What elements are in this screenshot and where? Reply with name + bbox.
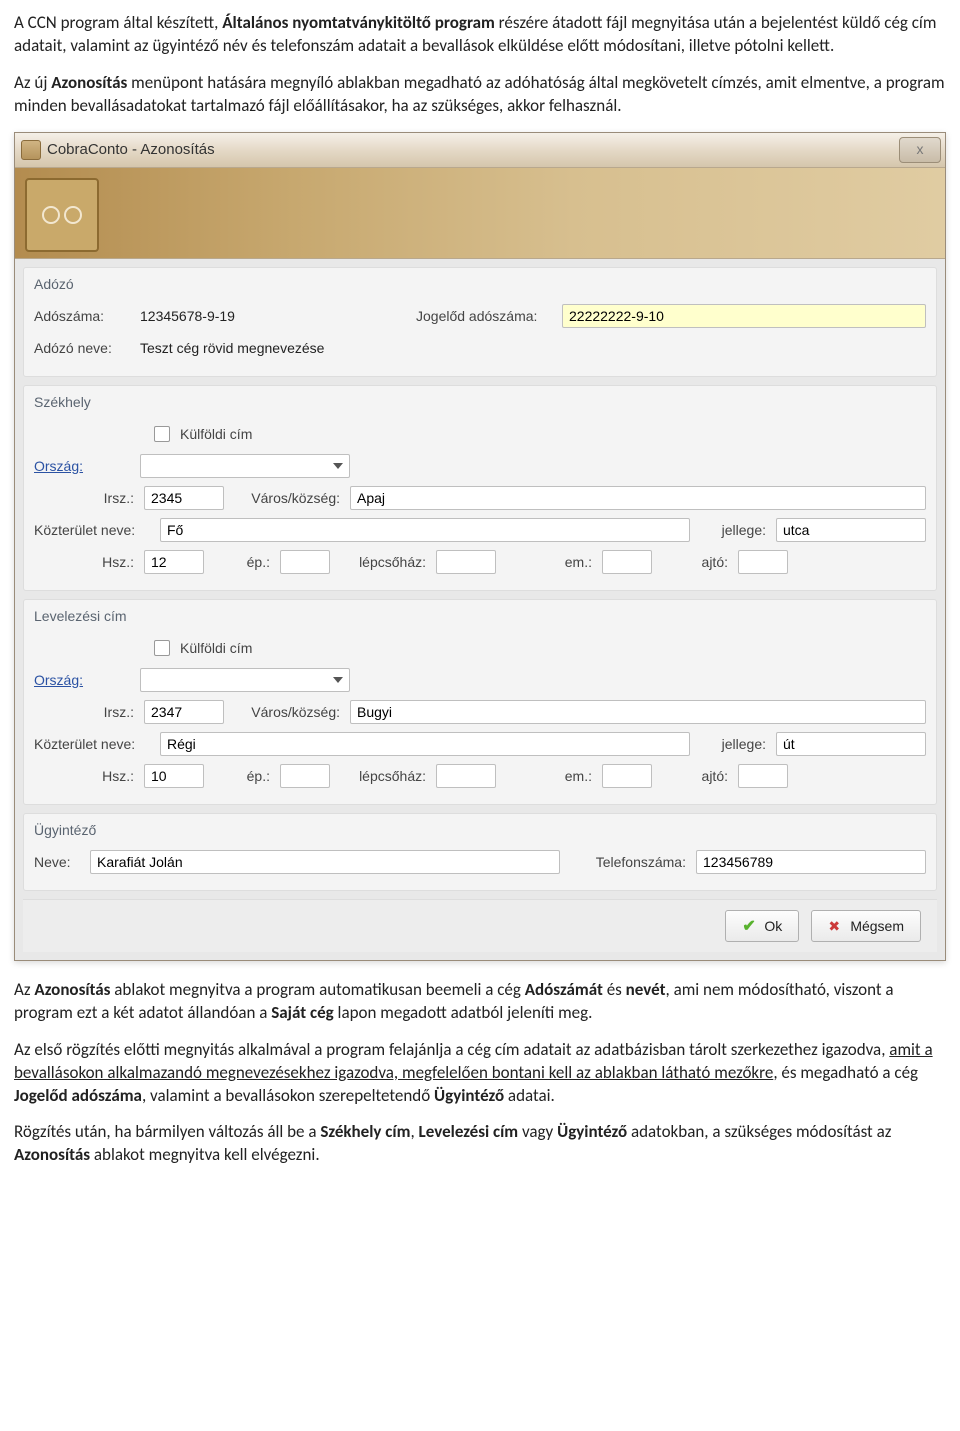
app-window: CobraConto - Azonosítás x Adózó Adószáma… xyxy=(14,132,946,961)
label-levelezes-varos: Város/község: xyxy=(230,704,344,720)
input-levelezes-varos[interactable] xyxy=(350,700,926,724)
input-levelezes-irsz[interactable] xyxy=(144,700,224,724)
label-szekhely-varos: Város/község: xyxy=(230,490,344,506)
ok-button[interactable]: Ok xyxy=(725,910,799,942)
label-szekhely-irsz: Irsz.: xyxy=(34,490,138,506)
input-szekhely-varos[interactable] xyxy=(350,486,926,510)
form-area: Adózó Adószáma: 12345678-9-19 Jogelőd ad… xyxy=(15,259,945,960)
input-levelezes-hsz[interactable] xyxy=(144,764,204,788)
input-szekhely-irsz[interactable] xyxy=(144,486,224,510)
label-levelezes-ep: ép.: xyxy=(210,768,274,784)
label-levelezes-kulfoldi: Külföldi cím xyxy=(180,640,252,656)
label-levelezes-hsz: Hsz.: xyxy=(34,768,138,784)
input-ugyintezo-nev[interactable] xyxy=(90,850,560,874)
label-adozo-nev: Adózó neve: xyxy=(34,340,134,356)
link-szekhely-orszag[interactable]: Ország: xyxy=(34,458,134,474)
group-szekhely: Székhely Külföldi cím Ország: Irsz.: Vár… xyxy=(23,385,937,591)
checkbox-szekhely-kulfoldi[interactable] xyxy=(154,426,170,442)
label-levelezes-em: em.: xyxy=(502,768,596,784)
select-levelezes-orszag[interactable] xyxy=(140,668,350,692)
value-adoszam: 12345678-9-19 xyxy=(140,308,410,324)
label-szekhely-hsz: Hsz.: xyxy=(34,554,138,570)
cross-icon xyxy=(828,918,844,934)
label-szekhely-kulfoldi: Külföldi cím xyxy=(180,426,252,442)
doc-paragraph-2: Az új Azonosítás menüpont hatására megny… xyxy=(14,72,946,118)
ribbon-band xyxy=(15,168,945,259)
group-adozo: Adózó Adószáma: 12345678-9-19 Jogelőd ad… xyxy=(23,267,937,377)
label-levelezes-ajto: ajtó: xyxy=(658,768,732,784)
doc-paragraph-a: Az Azonosítás ablakot megnyitva a progra… xyxy=(14,979,946,1025)
titlebar: CobraConto - Azonosítás x xyxy=(15,133,945,168)
ok-button-label: Ok xyxy=(764,918,782,934)
label-jogelod: Jogelőd adószáma: xyxy=(416,308,556,324)
group-ugyintezo: Ügyintéző Neve: Telefonszáma: xyxy=(23,813,937,891)
doc-paragraph-c: Rögzítés után, ha bármilyen változás áll… xyxy=(14,1121,946,1167)
input-levelezes-kozterulet[interactable] xyxy=(160,732,690,756)
group-title-adozo: Adózó xyxy=(34,276,926,292)
input-levelezes-ajto[interactable] xyxy=(738,764,788,788)
button-bar: Ok Mégsem xyxy=(23,899,937,952)
bold-anyk: Általános nyomtatványkitöltő program xyxy=(222,12,495,33)
label-levelezes-lepcsohaz: lépcsőház: xyxy=(336,768,430,784)
input-levelezes-em[interactable] xyxy=(602,764,652,788)
group-title-ugyintezo: Ügyintéző xyxy=(34,822,926,838)
label-ugyintezo-tel: Telefonszáma: xyxy=(566,854,690,870)
input-szekhely-ajto[interactable] xyxy=(738,550,788,574)
input-szekhely-ep[interactable] xyxy=(280,550,330,574)
app-icon xyxy=(21,140,41,160)
select-szekhely-orszag[interactable] xyxy=(140,454,350,478)
label-szekhely-jellege: jellege: xyxy=(696,522,770,538)
input-szekhely-kozterulet[interactable] xyxy=(160,518,690,542)
label-levelezes-jellege: jellege: xyxy=(696,736,770,752)
input-szekhely-hsz[interactable] xyxy=(144,550,204,574)
input-levelezes-jellege[interactable] xyxy=(776,732,926,756)
input-levelezes-ep[interactable] xyxy=(280,764,330,788)
doc-paragraph-1: A CCN program által készített, Általános… xyxy=(14,12,946,58)
cancel-button[interactable]: Mégsem xyxy=(811,910,921,942)
input-jogelod-adoszam[interactable] xyxy=(562,304,926,328)
input-szekhely-em[interactable] xyxy=(602,550,652,574)
group-title-szekhely: Székhely xyxy=(34,394,926,410)
label-adoszam: Adószáma: xyxy=(34,308,134,324)
app-logo-icon xyxy=(25,178,99,252)
link-levelezes-orszag[interactable]: Ország: xyxy=(34,672,134,688)
group-levelezes: Levelezési cím Külföldi cím Ország: Irsz… xyxy=(23,599,937,805)
label-levelezes-irsz: Irsz.: xyxy=(34,704,138,720)
input-szekhely-jellege[interactable] xyxy=(776,518,926,542)
label-szekhely-ep: ép.: xyxy=(210,554,274,570)
value-adozo-nev: Teszt cég rövid megnevezése xyxy=(140,340,324,356)
label-szekhely-em: em.: xyxy=(502,554,596,570)
label-levelezes-kozterulet: Közterület neve: xyxy=(34,736,154,752)
close-button[interactable]: x xyxy=(899,137,941,163)
label-szekhely-kozterulet: Közterület neve: xyxy=(34,522,154,538)
label-szekhely-lepcsohaz: lépcsőház: xyxy=(336,554,430,570)
window-title: CobraConto - Azonosítás xyxy=(47,141,215,158)
input-ugyintezo-tel[interactable] xyxy=(696,850,926,874)
doc-paragraph-b: Az első rögzítés előtti megnyitás alkalm… xyxy=(14,1039,946,1108)
input-levelezes-lepcsohaz[interactable] xyxy=(436,764,496,788)
label-ugyintezo-nev: Neve: xyxy=(34,854,84,870)
input-szekhely-lepcsohaz[interactable] xyxy=(436,550,496,574)
bold-azonositas: Azonosítás xyxy=(51,72,127,93)
checkbox-levelezes-kulfoldi[interactable] xyxy=(154,640,170,656)
cancel-button-label: Mégsem xyxy=(850,918,904,934)
group-title-levelezes: Levelezési cím xyxy=(34,608,926,624)
label-szekhely-ajto: ajtó: xyxy=(658,554,732,570)
check-icon xyxy=(742,918,758,934)
